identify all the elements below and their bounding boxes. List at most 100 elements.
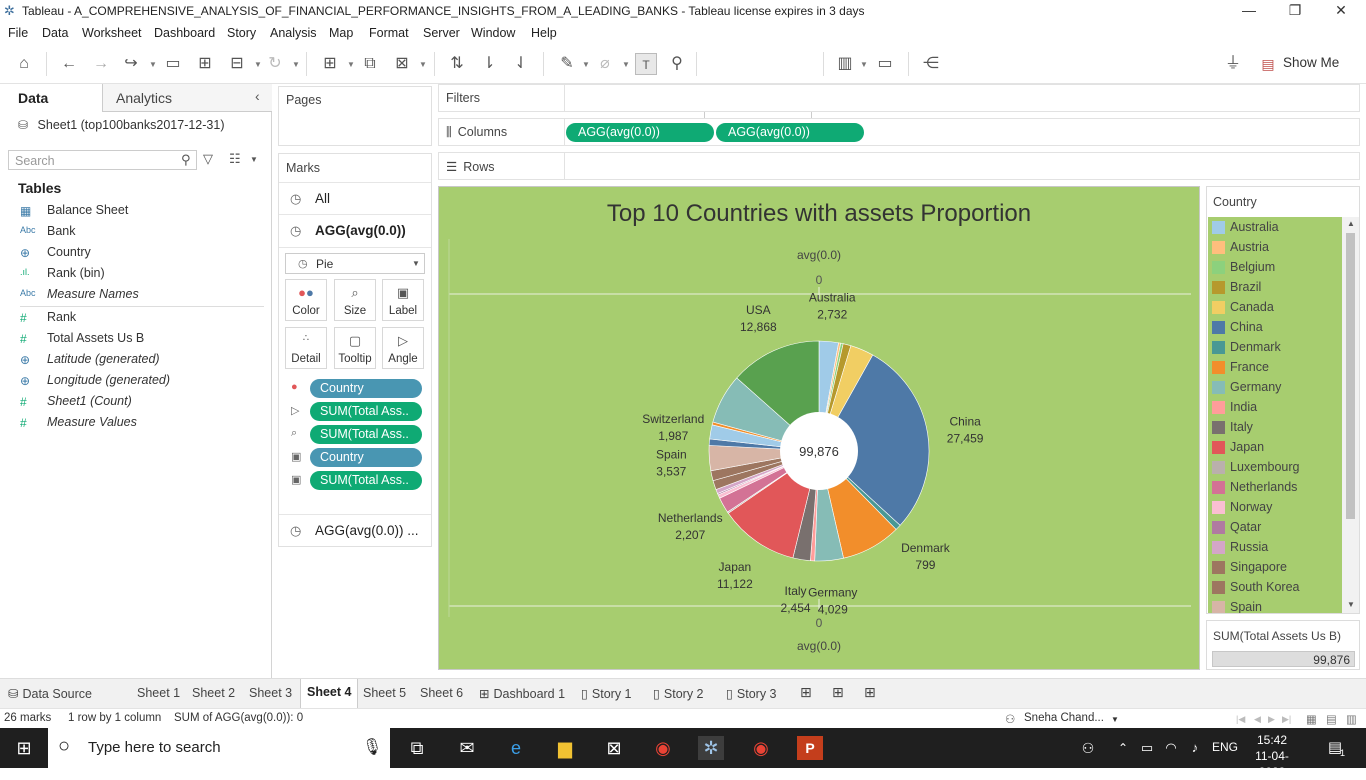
pause-updates-icon[interactable]: ⊟ bbox=[226, 53, 248, 75]
legend-item[interactable]: Canada bbox=[1208, 297, 1342, 317]
people-icon[interactable]: ⚇ bbox=[1075, 736, 1101, 760]
legend-item[interactable]: Germany bbox=[1208, 377, 1342, 397]
tab-sheet-6[interactable]: Sheet 6 bbox=[420, 686, 463, 700]
legend-item[interactable]: South Korea bbox=[1208, 577, 1342, 597]
chevron-up-icon[interactable]: ⌃ bbox=[1110, 736, 1136, 760]
scroll-up-icon[interactable]: ▲ bbox=[1347, 219, 1355, 228]
tab-analytics[interactable]: Analytics ‹ bbox=[103, 84, 272, 112]
tab-sheet-2[interactable]: Sheet 2 bbox=[192, 686, 235, 700]
filmstrip-view-icon[interactable]: ▤ bbox=[1326, 712, 1337, 726]
tab-view-icon[interactable]: ▥ bbox=[1346, 712, 1357, 726]
menu-server[interactable]: Server bbox=[423, 26, 460, 40]
tab-sheet-3[interactable]: Sheet 3 bbox=[249, 686, 292, 700]
size-button[interactable]: ⌕ Size bbox=[334, 279, 376, 321]
new-dashboard-icon[interactable]: ⊞ bbox=[832, 684, 844, 701]
pin-icon[interactable]: ⏚ bbox=[1222, 53, 1244, 75]
legend-item[interactable]: Spain bbox=[1208, 597, 1342, 613]
menu-worksheet[interactable]: Worksheet bbox=[82, 26, 142, 40]
highlight-icon[interactable]: ✎ bbox=[556, 53, 578, 75]
chevron-down-icon[interactable]: ▼ bbox=[254, 60, 262, 69]
label-button[interactable]: ▣ Label bbox=[382, 279, 424, 321]
angle-button[interactable]: ▷ Angle bbox=[382, 327, 424, 369]
new-story-icon[interactable]: ⊞ bbox=[864, 684, 876, 701]
show-me-button[interactable]: Show Me bbox=[1283, 55, 1339, 70]
menu-help[interactable]: Help bbox=[531, 26, 557, 40]
first-page-icon[interactable]: |◀ bbox=[1236, 714, 1245, 725]
close-icon[interactable]: ✕ bbox=[1326, 2, 1356, 19]
tab-data-source[interactable]: ⛁ Data Source bbox=[8, 686, 92, 701]
filters-shelf[interactable]: Filters bbox=[438, 84, 1360, 112]
menu-window[interactable]: Window bbox=[471, 26, 515, 40]
chevron-down-icon[interactable]: ▼ bbox=[347, 60, 355, 69]
legend-item[interactable]: Italy bbox=[1208, 417, 1342, 437]
filter-icon[interactable]: ▽ bbox=[203, 151, 213, 167]
field-search-input[interactable]: Search ⚲ bbox=[8, 150, 197, 170]
view-list-icon[interactable]: ☷ bbox=[229, 151, 241, 167]
pill-sum-size[interactable]: SUM(Total Ass.. bbox=[310, 425, 422, 444]
chevron-down-icon[interactable]: ▼ bbox=[622, 60, 630, 69]
pill-country-color[interactable]: Country bbox=[310, 379, 422, 398]
grid-view-icon[interactable]: ▦ bbox=[1306, 712, 1317, 726]
columns-shelf[interactable]: ⫼ Columns AGG(avg(0.0)) AGG(avg(0.0)) bbox=[438, 118, 1360, 146]
wifi-icon[interactable]: ◠ bbox=[1158, 736, 1184, 760]
sort-descending-icon[interactable]: ⇃ bbox=[510, 53, 532, 75]
tab-sheet-4[interactable]: Sheet 4 bbox=[300, 679, 359, 709]
save-icon[interactable]: ▭ bbox=[162, 53, 184, 75]
pages-card[interactable]: Pages bbox=[278, 86, 432, 146]
menu-dashboard[interactable]: Dashboard bbox=[154, 26, 215, 40]
chevron-down-icon[interactable]: ▼ bbox=[292, 60, 300, 69]
tab-sheet-1[interactable]: Sheet 1 bbox=[137, 686, 180, 700]
edge-icon[interactable]: e bbox=[503, 736, 529, 760]
next-page-icon[interactable]: ▶ bbox=[1268, 714, 1275, 725]
presentation-icon[interactable]: ▭ bbox=[874, 53, 896, 75]
tooltip-button[interactable]: ▢ Tooltip bbox=[334, 327, 376, 369]
new-worksheet-icon[interactable]: ⊞ bbox=[319, 53, 341, 75]
legend-item[interactable]: Luxembourg bbox=[1208, 457, 1342, 477]
legend-item[interactable]: Brazil bbox=[1208, 277, 1342, 297]
legend-item[interactable]: India bbox=[1208, 397, 1342, 417]
legend-item[interactable]: France bbox=[1208, 357, 1342, 377]
menu-data[interactable]: Data bbox=[42, 26, 68, 40]
powerpoint-icon[interactable]: P bbox=[797, 736, 823, 760]
task-view-icon[interactable]: ⧉ bbox=[404, 736, 430, 760]
show-labels-icon[interactable]: T bbox=[635, 53, 657, 75]
show-cards-icon[interactable]: ▥ bbox=[834, 53, 856, 75]
columns-pill-1[interactable]: AGG(avg(0.0)) bbox=[566, 123, 714, 142]
microphone-icon[interactable]: 🎙 bbox=[362, 737, 382, 757]
legend-item[interactable]: Austria bbox=[1208, 237, 1342, 257]
status-user[interactable]: Sneha Chand... bbox=[1024, 712, 1104, 724]
detail-button[interactable]: ∴ Detail bbox=[285, 327, 327, 369]
legend-item[interactable]: Russia bbox=[1208, 537, 1342, 557]
legend-item[interactable]: Denmark bbox=[1208, 337, 1342, 357]
menu-map[interactable]: Map bbox=[329, 26, 353, 40]
new-datasource-icon[interactable]: ⊞ bbox=[194, 53, 216, 75]
volume-icon[interactable]: ♪ bbox=[1182, 736, 1208, 760]
menu-analysis[interactable]: Analysis bbox=[270, 26, 317, 40]
legend-scrollbar[interactable]: ▲ ▼ bbox=[1342, 217, 1359, 613]
legend-item[interactable]: Qatar bbox=[1208, 517, 1342, 537]
datasource-item[interactable]: ⛁ Sheet1 (top100banks2017-12-31) bbox=[18, 118, 225, 132]
chevron-down-icon[interactable]: ▼ bbox=[250, 155, 258, 164]
swap-icon[interactable]: ⇅ bbox=[446, 53, 468, 75]
tab-story-3[interactable]: ▯ Story 3 bbox=[726, 686, 777, 701]
restore-icon[interactable]: ❐ bbox=[1280, 2, 1310, 19]
menu-format[interactable]: Format bbox=[369, 26, 409, 40]
pie-chart[interactable]: avg(0.0) 0 0 avg(0.0) 99,876 Australia 2,… bbox=[439, 187, 1199, 669]
language-indicator[interactable]: ENG bbox=[1212, 740, 1238, 754]
tab-dashboard-1[interactable]: ⊞ Dashboard 1 bbox=[479, 686, 565, 701]
duplicate-icon[interactable]: ⧉ bbox=[359, 53, 381, 75]
chrome-icon[interactable]: ◉ bbox=[650, 736, 676, 760]
tab-story-2[interactable]: ▯ Story 2 bbox=[653, 686, 704, 701]
pill-sum-label[interactable]: SUM(Total Ass.. bbox=[310, 471, 422, 490]
legend-item[interactable]: Netherlands bbox=[1208, 477, 1342, 497]
show-me-icon[interactable]: ▤ bbox=[1257, 53, 1279, 75]
viz-canvas[interactable]: Top 10 Countries with assets Proportion … bbox=[438, 186, 1200, 670]
refresh-icon[interactable]: ↻ bbox=[264, 53, 286, 75]
chrome-profile-icon[interactable]: ◉ bbox=[748, 736, 774, 760]
windows-start-icon[interactable]: ⊞ bbox=[11, 736, 37, 760]
last-page-icon[interactable]: ▶| bbox=[1282, 714, 1291, 725]
scroll-down-icon[interactable]: ▼ bbox=[1347, 600, 1355, 609]
legend-item[interactable]: Norway bbox=[1208, 497, 1342, 517]
legend-list[interactable]: Australia Austria Belgium Brazil Canada China… bbox=[1208, 217, 1342, 613]
legend-item[interactable]: Japan bbox=[1208, 437, 1342, 457]
